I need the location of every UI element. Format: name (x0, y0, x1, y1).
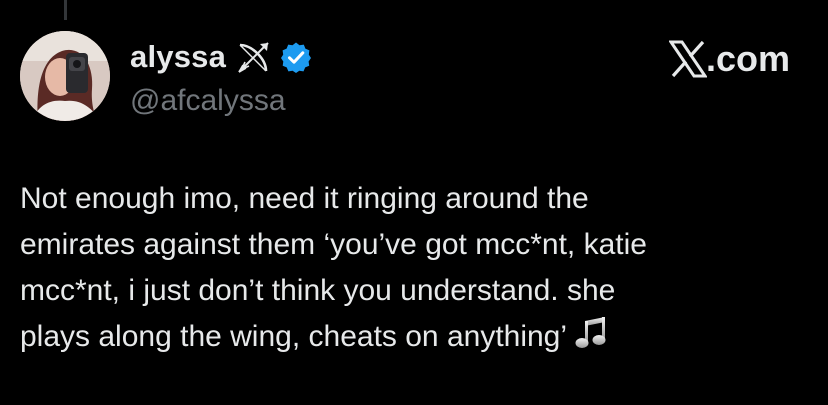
author-name-row: alyssa (130, 37, 312, 77)
bow-and-arrow-icon (234, 37, 274, 77)
brand-domain: .com (705, 38, 790, 79)
brand-logo[interactable]: .com (668, 36, 790, 82)
author-handle[interactable]: @afcalyssa (130, 84, 286, 118)
verified-badge-icon[interactable] (280, 41, 312, 73)
tweet-text: Not enough imo, need it ringing around t… (20, 176, 810, 360)
tweet-text-line: mcc*nt, i just don’t think you understan… (20, 274, 616, 307)
avatar[interactable] (20, 31, 110, 121)
musical-notes-icon (573, 316, 609, 350)
tweet-text-line: plays along the wing, cheats on anything… (20, 320, 568, 353)
profile-photo-icon (20, 31, 110, 121)
thread-connector-line (64, 0, 67, 20)
x-logo-icon (668, 39, 708, 79)
display-name[interactable]: alyssa (130, 39, 226, 75)
tweet-text-line: emirates against them ‘you’ve got mcc*nt… (20, 228, 647, 261)
tweet-text-line: Not enough imo, need it ringing around t… (20, 182, 589, 215)
